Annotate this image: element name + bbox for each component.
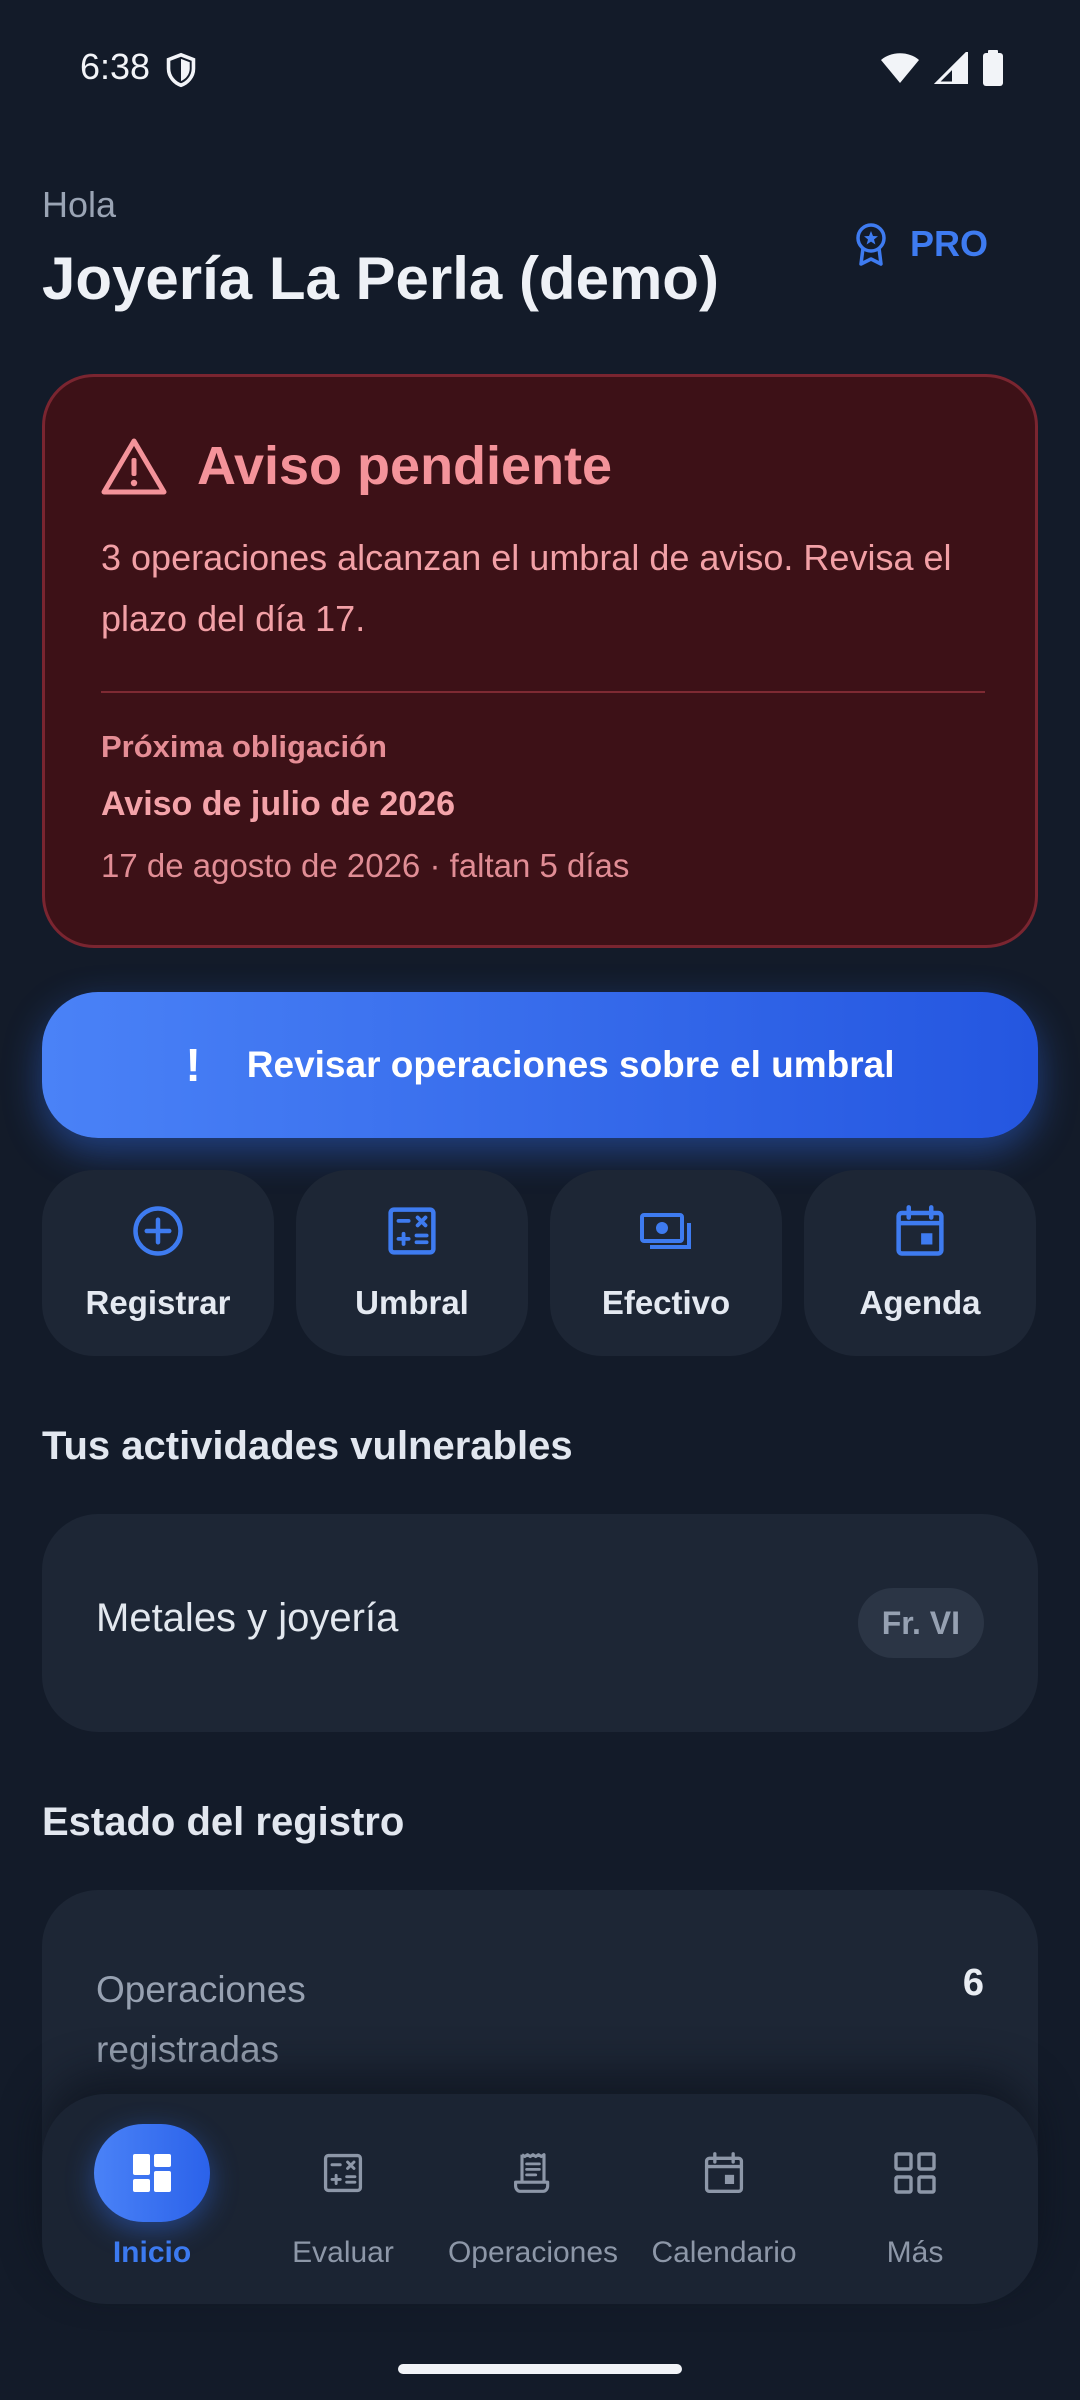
nav-label: Calendario <box>651 2236 797 2269</box>
business-name: Joyería La Perla (demo) <box>42 245 719 312</box>
quick-action-efectivo[interactable]: Efectivo <box>550 1170 782 1356</box>
nav-label: Más <box>886 2236 944 2269</box>
warning-icon <box>101 438 167 495</box>
alert-title-row: Aviso pendiente <box>101 435 612 497</box>
greeting-text: Hola <box>42 184 117 225</box>
quick-action-agenda[interactable]: Agenda <box>804 1170 1036 1356</box>
quick-action-label: Agenda <box>859 1284 981 1321</box>
pro-label: PRO <box>910 223 989 264</box>
home-indicator[interactable] <box>398 2364 682 2374</box>
calendar-icon <box>704 2152 744 2193</box>
signal-icon <box>934 52 968 84</box>
exclamation-icon: ! <box>185 1039 201 1091</box>
quick-action-label: Registrar <box>85 1284 231 1321</box>
nav-item-calendario[interactable]: Calendario <box>629 2124 819 2270</box>
calendar-icon <box>896 1205 944 1256</box>
registry-row-label: Operaciones registradas <box>96 1969 306 2070</box>
review-operations-label: Revisar operaciones sobre el umbral <box>246 1044 895 1085</box>
wifi-icon <box>881 53 919 83</box>
review-operations-button[interactable]: ! Revisar operaciones sobre el umbral <box>42 992 1038 1138</box>
activity-name: Metales y joyería <box>96 1596 399 1640</box>
calculator-icon <box>323 2153 363 2193</box>
calculator-icon <box>388 1207 436 1255</box>
activities-section-title: Tus actividades vulnerables <box>42 1424 573 1468</box>
receipt-icon <box>514 2153 550 2193</box>
nav-label: Evaluar <box>292 2236 394 2269</box>
quick-action-registrar[interactable]: Registrar <box>42 1170 274 1356</box>
next-obligation-label: Próxima obligación <box>101 729 387 764</box>
nav-item-evaluar[interactable]: Evaluar <box>248 2124 438 2270</box>
award-icon <box>856 223 886 266</box>
next-obligation-date: 17 de agosto de 2026 · faltan 5 días <box>101 847 630 884</box>
cash-icon <box>640 1213 691 1249</box>
quick-actions: Registrar Umbral Efectivo Agenda <box>42 1170 1038 1356</box>
shield-icon <box>166 52 196 88</box>
plus-circle-icon <box>133 1206 183 1256</box>
next-obligation-title: Aviso de julio de 2026 <box>101 785 455 823</box>
registry-section-title: Estado del registro <box>42 1800 405 1844</box>
nav-item-operaciones[interactable]: Operaciones <box>438 2124 628 2270</box>
dashboard-icon <box>133 2154 171 2192</box>
pending-alert-card: Aviso pendiente 3 operaciones alcanzan e… <box>42 374 1038 948</box>
pro-badge[interactable]: PRO <box>854 222 988 266</box>
quick-action-label: Umbral <box>355 1284 469 1321</box>
nav-label: Inicio <box>112 2236 192 2269</box>
grid-icon <box>894 2152 936 2194</box>
registry-row-value: 6 <box>962 1962 984 2004</box>
status-icons <box>880 50 1004 86</box>
quick-action-umbral[interactable]: Umbral <box>296 1170 528 1356</box>
nav-item-mas[interactable]: Más <box>820 2124 1010 2270</box>
battery-icon <box>983 50 1003 86</box>
alert-body: 3 operaciones alcanzan el umbral de avis… <box>101 537 952 639</box>
nav-item-inicio[interactable]: Inicio <box>57 2124 247 2270</box>
nav-label: Operaciones <box>447 2236 619 2269</box>
activity-card[interactable]: Metales y joyería Fr. VI <box>42 1514 1038 1732</box>
activity-fraction-chip: Fr. VI <box>857 1588 984 1658</box>
alert-title: Aviso pendiente <box>197 436 613 496</box>
quick-action-label: Efectivo <box>601 1284 731 1321</box>
alert-divider <box>101 691 985 693</box>
bottom-navigation: Inicio Evaluar Operaciones Calendario Má… <box>42 2094 1038 2304</box>
status-time: 6:38 <box>80 46 151 87</box>
